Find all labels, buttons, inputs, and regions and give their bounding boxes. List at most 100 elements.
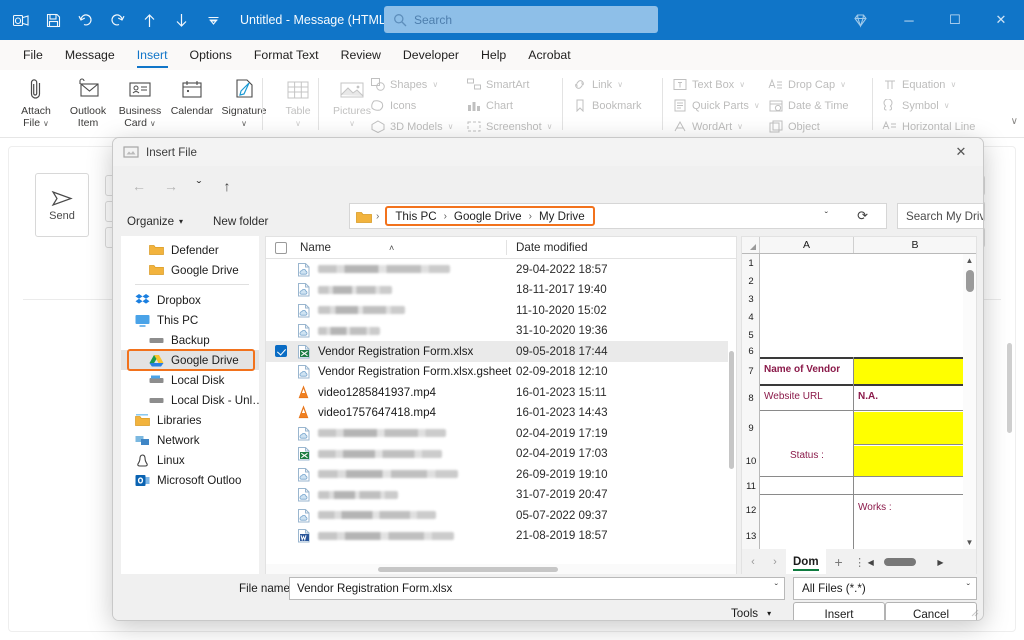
spreadsheet-row-number[interactable]: 7: [742, 358, 760, 385]
quick-parts-item[interactable]: Quick Parts∨: [672, 95, 760, 116]
file-list-row[interactable]: 26-09-2019 19:10: [266, 464, 728, 485]
send-button[interactable]: Send: [35, 173, 89, 237]
text-box-item[interactable]: Text Box∨: [672, 74, 745, 95]
date-time-item[interactable]: Date & Time: [768, 95, 849, 116]
select-all-corner[interactable]: [742, 237, 760, 253]
all-sheets-button[interactable]: ⋮: [852, 556, 868, 569]
shapes-item[interactable]: Shapes∨: [370, 74, 438, 95]
file-row-checkbox[interactable]: [275, 304, 287, 316]
icons-item[interactable]: Icons: [370, 95, 416, 116]
file-row-checkbox[interactable]: [275, 386, 287, 398]
table-button[interactable]: Table∨: [272, 70, 324, 130]
file-row-checkbox[interactable]: [275, 263, 287, 275]
file-list-row[interactable]: 31-10-2020 19:36: [266, 321, 728, 342]
tab-acrobat[interactable]: Acrobat: [517, 40, 581, 70]
calendar-button[interactable]: Calendar: [166, 70, 218, 117]
file-list-row[interactable]: 05-07-2022 09:37: [266, 505, 728, 526]
file-name-dropdown-icon[interactable]: ˇ: [775, 583, 778, 594]
spreadsheet-row-number[interactable]: 10: [742, 445, 760, 477]
column-header-date-modified[interactable]: Date modified: [516, 241, 588, 254]
spreadsheet-row-number[interactable]: 13: [742, 526, 760, 546]
bookmark-item[interactable]: Bookmark: [572, 95, 642, 116]
file-list-row[interactable]: Vendor Registration Form.xlsx09-05-2018 …: [266, 341, 728, 362]
scroll-down-icon[interactable]: ▼: [963, 536, 976, 549]
spreadsheet-row-number[interactable]: 4: [742, 308, 760, 326]
horizontal-line-item[interactable]: Horizontal Line: [882, 116, 975, 137]
maximize-button[interactable]: ☐: [932, 0, 978, 40]
forward-button[interactable]: →: [157, 172, 185, 200]
back-button[interactable]: ←: [125, 172, 153, 200]
file-row-checkbox[interactable]: [275, 468, 287, 480]
file-row-checkbox[interactable]: [275, 366, 287, 378]
file-type-select[interactable]: All Files (*.*) ˇ: [793, 577, 977, 600]
tree-item-network[interactable]: Network: [121, 430, 259, 450]
minimize-button[interactable]: ─: [886, 0, 932, 40]
file-list-row[interactable]: 31-07-2019 20:47: [266, 485, 728, 506]
object-item[interactable]: Object: [768, 116, 820, 137]
file-list-row[interactable]: 02-04-2019 17:03: [266, 444, 728, 465]
file-row-checkbox[interactable]: [275, 448, 287, 460]
scrollbar-thumb[interactable]: [378, 567, 558, 572]
save-icon[interactable]: [38, 5, 68, 35]
chart-item[interactable]: Chart: [466, 95, 513, 116]
cancel-button[interactable]: Cancel: [885, 602, 977, 621]
spreadsheet-row-number[interactable]: 5: [742, 326, 760, 344]
scroll-up-icon[interactable]: ▲: [963, 254, 976, 267]
tree-item-libraries[interactable]: Libraries: [121, 410, 259, 430]
file-list-scrollbar-vertical[interactable]: [728, 259, 735, 563]
file-list-row[interactable]: video1285841937.mp416-01-2023 15:11: [266, 382, 728, 403]
column-divider[interactable]: [506, 240, 507, 255]
tools-button[interactable]: Tools ▾: [731, 607, 771, 620]
file-list-row[interactable]: 21-08-2019 18:57: [266, 526, 728, 547]
tree-item-microsoft-outlook[interactable]: Microsoft Outloo: [121, 470, 259, 490]
symbol-item[interactable]: Symbol∨: [882, 95, 950, 116]
tree-item-dropbox[interactable]: Dropbox: [121, 290, 259, 310]
tree-item-local-disk-unl[interactable]: Local Disk - Unl…: [121, 390, 259, 410]
tab-developer[interactable]: Developer: [392, 40, 470, 70]
smartart-item[interactable]: SmartArt: [466, 74, 529, 95]
preview-scrollbar-horizontal[interactable]: ◀ ▶: [868, 556, 944, 569]
file-row-checkbox[interactable]: [275, 530, 287, 542]
scrollbar-thumb[interactable]: [966, 270, 974, 292]
cell-a9[interactable]: Status :: [790, 450, 824, 461]
previous-item-icon[interactable]: [134, 5, 164, 35]
organize-button[interactable]: Organize ▾: [127, 210, 183, 232]
file-row-checkbox[interactable]: [275, 284, 287, 296]
up-button[interactable]: ↑: [213, 172, 241, 200]
file-list-row[interactable]: 18-11-2017 19:40: [266, 280, 728, 301]
cell-b12[interactable]: Works :: [858, 502, 892, 513]
screenshot-item[interactable]: Screenshot∨: [466, 116, 553, 137]
spreadsheet-row-number[interactable]: 2: [742, 272, 760, 290]
cell-a7[interactable]: Name of Vendor: [764, 364, 840, 375]
preview-scrollbar-vertical[interactable]: ▲ ▼: [963, 254, 976, 549]
business-card-button[interactable]: BusinessCard ∨: [114, 70, 166, 130]
scrollbar-thumb[interactable]: [729, 351, 734, 469]
spreadsheet-row-number[interactable]: 3: [742, 290, 760, 308]
file-row-checkbox[interactable]: [275, 489, 287, 501]
column-header-b[interactable]: B: [854, 237, 976, 253]
insert-button[interactable]: Insert: [793, 602, 885, 621]
file-list-row[interactable]: video1757647418.mp416-01-2023 14:43: [266, 403, 728, 424]
file-type-dropdown-icon[interactable]: ˇ: [967, 583, 970, 594]
spreadsheet-row-number[interactable]: 1: [742, 254, 760, 272]
cell-b8[interactable]: N.A.: [858, 391, 878, 402]
drop-cap-item[interactable]: Drop Cap∨: [768, 74, 846, 95]
attach-file-button[interactable]: AttachFile ∨: [10, 70, 62, 130]
tab-review[interactable]: Review: [330, 40, 392, 70]
select-all-checkbox[interactable]: [275, 242, 287, 254]
file-list-row[interactable]: 02-04-2019 17:19: [266, 423, 728, 444]
cell-a8[interactable]: Website URL: [764, 391, 823, 402]
new-folder-button[interactable]: New folder: [213, 210, 268, 232]
sidebar-item-google-drive[interactable]: Google Drive: [121, 350, 259, 370]
redo-icon[interactable]: [102, 5, 132, 35]
diamond-icon[interactable]: [834, 0, 886, 40]
file-row-checkbox[interactable]: [275, 427, 287, 439]
file-list-row[interactable]: Vendor Registration Form.xlsx.gsheet02-0…: [266, 362, 728, 383]
tree-item-google-drive-folder[interactable]: Google Drive: [121, 260, 259, 280]
equation-item[interactable]: Equation∨: [882, 74, 956, 95]
outlook-item-button[interactable]: OutlookItem: [62, 70, 114, 129]
dialog-close-button[interactable]: ✕: [939, 138, 983, 166]
link-item[interactable]: Link∨: [572, 74, 623, 95]
column-header-a[interactable]: A: [760, 237, 854, 253]
spreadsheet-row-number[interactable]: 6: [742, 344, 760, 358]
